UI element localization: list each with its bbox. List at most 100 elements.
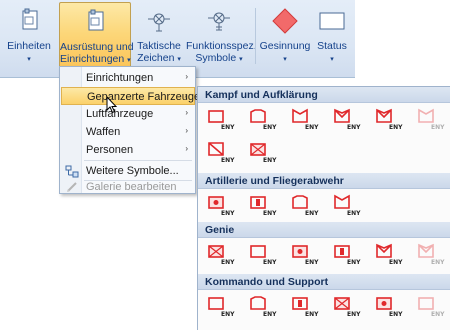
- symbol-cell-kampf-aufklaerung[interactable]: ENY: [243, 139, 283, 165]
- military-symbol-icon: [208, 110, 224, 123]
- symbol-cell-artillerie-fliegerabwehr[interactable]: ENY: [285, 192, 325, 218]
- ausruestung-label: Ausrüstung und: [60, 41, 134, 53]
- ribbon-separator: [255, 8, 256, 64]
- menu-item-einrichtungen[interactable]: Einrichtungen ›: [61, 69, 195, 87]
- menu-item-waffen[interactable]: Waffen ›: [61, 123, 195, 141]
- symbol-label: ENY: [347, 259, 361, 266]
- symbol-cell-genie[interactable]: ENY: [327, 241, 367, 267]
- military-symbol-icon: [250, 196, 266, 209]
- military-symbol-icon: [250, 109, 266, 123]
- symbol-label: ENY: [263, 124, 277, 131]
- submenu-arrow-icon: ›: [185, 144, 188, 153]
- chevron-down-icon: ▾: [127, 57, 131, 64]
- section-title: Artillerie und Fliegerabwehr: [205, 175, 344, 187]
- edit-pencil-icon: [67, 182, 77, 192]
- military-symbol-icon: [292, 195, 308, 209]
- symbol-cell-kampf-aufklaerung[interactable]: ENY: [201, 139, 241, 165]
- military-symbol-icon: [334, 108, 350, 123]
- symbol-label: ENY: [305, 210, 319, 217]
- symbol-label: ENY: [221, 157, 235, 164]
- menu-item-personen[interactable]: Personen ›: [61, 141, 195, 159]
- symbol-label: ENY: [221, 124, 235, 131]
- gallery-section-header: Kommando und Support: [198, 274, 450, 290]
- symbol-cell-artillerie-fliegerabwehr[interactable]: ENY: [201, 192, 241, 218]
- symbol-label: ENY: [263, 259, 277, 266]
- military-symbol-icon: [292, 245, 308, 258]
- symbol-cell-kommando-support[interactable]: ENY: [327, 293, 367, 319]
- symbol-label: ENY: [305, 259, 319, 266]
- gesinnung-label: Gesinnung: [259, 40, 311, 52]
- gallery-section-header: Genie: [198, 222, 450, 238]
- symbol-cell-kommando-support[interactable]: ENY: [369, 293, 409, 319]
- military-symbol-icon: [334, 297, 350, 310]
- symbol-label: ENY: [221, 259, 235, 266]
- symbol-label: ENY: [431, 259, 445, 266]
- funktionsspez-label: Funktionsspez.: [186, 40, 257, 52]
- red-diamond-icon: [272, 8, 298, 34]
- taktische-label-2: Zeichen: [137, 52, 175, 64]
- symbol-cell-kampf-aufklaerung[interactable]: ENY: [327, 106, 367, 132]
- symbol-cell-kommando-support[interactable]: ENY: [201, 293, 241, 319]
- symbol-cell-kampf-aufklaerung[interactable]: ENY: [243, 106, 283, 132]
- symbol-cell-genie[interactable]: ENY: [369, 241, 409, 267]
- menu-item-label: Luftfahrzeuge: [86, 108, 154, 120]
- section-title: Genie: [205, 224, 235, 236]
- ausruestung-dropdown-menu: Einrichtungen › Gepanzerte Fahrzeuge › L…: [59, 66, 200, 196]
- submenu-arrow-icon: ›: [185, 72, 188, 81]
- menu-item-label: Galerie bearbeiten: [86, 181, 177, 193]
- menu-separator: [84, 160, 192, 161]
- symbol-cell-kampf-aufklaerung[interactable]: ENY: [411, 106, 450, 132]
- taktische-label: Taktische: [137, 40, 181, 52]
- symbol-label: ENY: [221, 311, 235, 318]
- symbol-cell-kampf-aufklaerung[interactable]: ENY: [369, 106, 409, 132]
- status-button[interactable]: Status ▾: [313, 2, 351, 70]
- military-symbol-icon: [418, 243, 434, 258]
- menu-item-label: Waffen: [86, 126, 121, 138]
- ausruestung-label-2: Einrichtungen: [60, 53, 125, 65]
- funktionsspez-symbole-button[interactable]: Funktionsspez. Symbole ▾: [186, 2, 257, 70]
- symbol-cell-kampf-aufklaerung[interactable]: ENY: [285, 106, 325, 132]
- funktionsspez-label-2: Symbole: [195, 52, 237, 64]
- folder-icon: [22, 8, 38, 30]
- submenu-arrow-icon: ›: [184, 91, 187, 100]
- section-title: Kampf und Aufklärung: [205, 89, 318, 101]
- military-symbol-icon: [250, 143, 266, 156]
- military-symbol-icon: [376, 243, 392, 258]
- einheiten-button[interactable]: Einheiten ▾: [2, 2, 56, 70]
- einheiten-label: Einheiten: [7, 40, 51, 52]
- symbol-cell-kommando-support[interactable]: ENY: [285, 293, 325, 319]
- taktische-zeichen-button[interactable]: Taktische Zeichen ▾: [134, 2, 184, 70]
- menu-item-label: Weitere Symbole...: [86, 165, 179, 177]
- symbol-label: ENY: [431, 124, 445, 131]
- military-symbol-icon: [250, 245, 266, 258]
- military-symbol-icon: [334, 245, 350, 258]
- ausruestung-button[interactable]: Ausrüstung und Einrichtungen ▾: [59, 2, 134, 70]
- symbol-label: ENY: [389, 124, 403, 131]
- military-symbol-icon: [418, 297, 434, 310]
- symbol-cell-artillerie-fliegerabwehr[interactable]: ENY: [327, 192, 367, 218]
- symbol-label: ENY: [263, 311, 277, 318]
- submenu-arrow-icon: ›: [185, 126, 188, 135]
- symbol-label: ENY: [263, 210, 277, 217]
- menu-item-label: Personen: [86, 144, 134, 156]
- status-label: Status: [317, 40, 347, 52]
- symbol-cell-kommando-support[interactable]: ENY: [243, 293, 283, 319]
- menu-item-luftfahrzeuge[interactable]: Luftfahrzeuge ›: [61, 105, 195, 123]
- symbol-cell-genie[interactable]: ENY: [243, 241, 283, 267]
- chevron-down-icon: ▾: [283, 56, 287, 63]
- menu-item-galerie-bearbeiten[interactable]: Galerie bearbeiten: [61, 178, 195, 196]
- chevron-down-icon: ▾: [27, 56, 31, 63]
- symbol-cell-genie[interactable]: ENY: [411, 241, 450, 267]
- military-symbol-icon: [208, 297, 224, 310]
- symbol-cell-artillerie-fliegerabwehr[interactable]: ENY: [243, 192, 283, 218]
- symbol-cell-genie[interactable]: ENY: [285, 241, 325, 267]
- military-symbol-icon: [250, 296, 266, 310]
- menu-item-gepanzerte-fahrzeuge[interactable]: Gepanzerte Fahrzeuge ›: [61, 87, 200, 105]
- gallery-section-header: Kampf und Aufklärung: [198, 87, 450, 103]
- symbol-cell-kommando-support[interactable]: ENY: [411, 293, 450, 319]
- folder-icon: [88, 9, 104, 31]
- symbol-cell-genie[interactable]: ENY: [201, 241, 241, 267]
- symbol-label: ENY: [263, 157, 277, 164]
- symbol-cell-kampf-aufklaerung[interactable]: ENY: [201, 106, 241, 132]
- gesinnung-button[interactable]: Gesinnung ▾: [259, 2, 311, 70]
